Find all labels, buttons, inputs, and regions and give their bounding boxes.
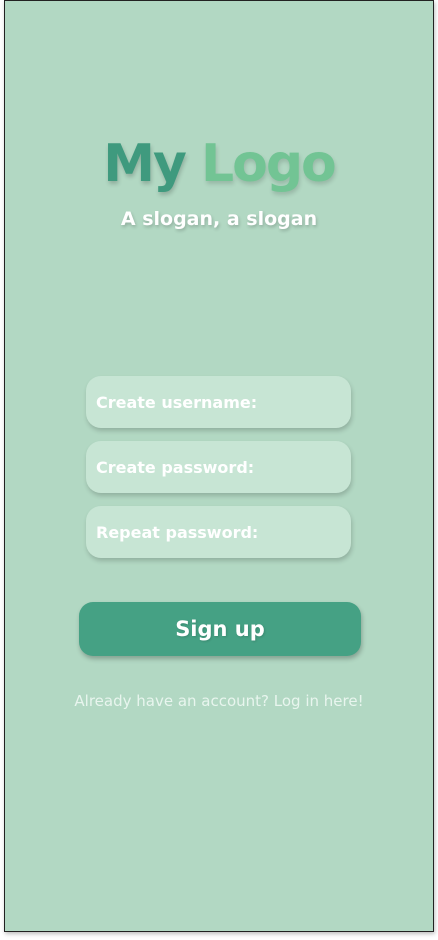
username-input[interactable] bbox=[86, 376, 351, 428]
app-screen: My Logo A slogan, a slogan Sign up Alrea… bbox=[4, 0, 434, 932]
repeat-password-field bbox=[86, 506, 351, 558]
password-field bbox=[86, 441, 351, 493]
repeat-password-input[interactable] bbox=[86, 506, 351, 558]
app-logo: My Logo bbox=[5, 133, 433, 195]
slogan: A slogan, a slogan bbox=[120, 208, 318, 230]
login-link[interactable]: Already have an account? Log in here! bbox=[5, 689, 433, 713]
username-field bbox=[86, 376, 351, 428]
password-input[interactable] bbox=[86, 441, 351, 493]
logo-word-logo: Logo bbox=[200, 134, 337, 194]
sign-up-button[interactable]: Sign up bbox=[79, 602, 361, 656]
logo-word-my: My bbox=[103, 134, 187, 194]
